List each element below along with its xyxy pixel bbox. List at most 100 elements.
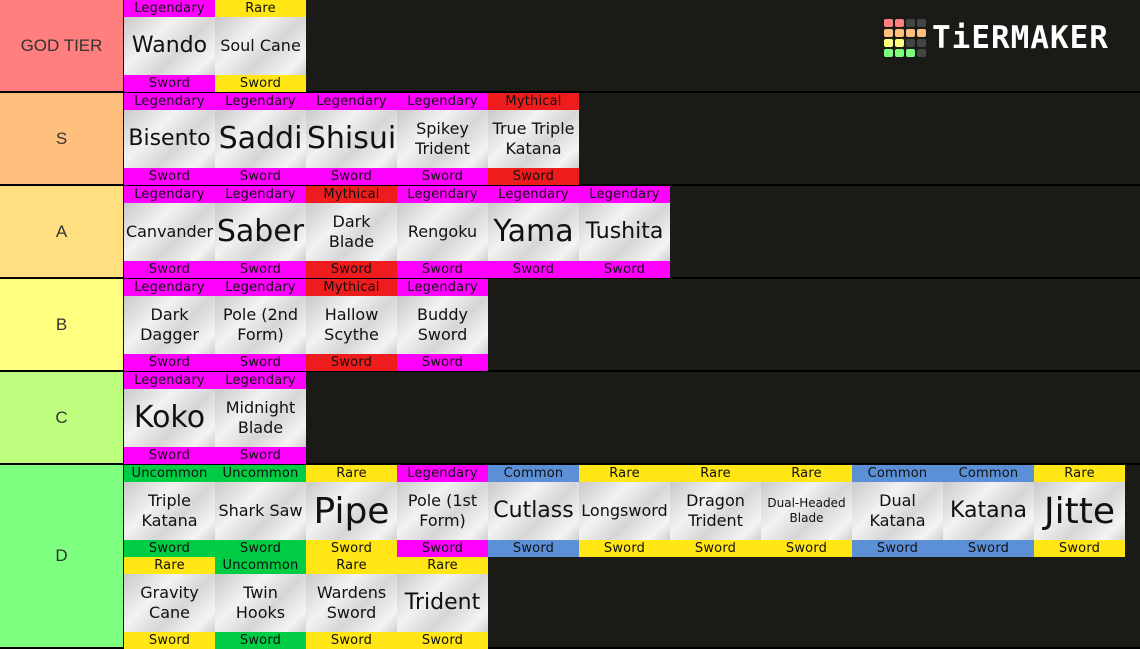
item-name: Tushita [579, 203, 670, 261]
tier-label[interactable]: GOD TIER [0, 0, 124, 91]
tier-row-c: C Legendary Koko Sword Legendary Midnight Bla… [0, 372, 1140, 465]
tier-label[interactable]: S [0, 93, 124, 184]
item-type: Sword [124, 261, 215, 278]
item-type: Sword [488, 168, 579, 185]
tier-items: Legendary Dark Dagger Sword Legendary Pole (… [124, 279, 1139, 371]
item-rarity: Rare [670, 465, 761, 482]
item-card[interactable]: Legendary Pole (2nd Form) Sword [215, 279, 306, 371]
item-rarity: Rare [306, 557, 397, 574]
item-card[interactable]: Legendary Tushita Sword [579, 186, 670, 278]
item-rarity: Legendary [124, 0, 215, 17]
item-card[interactable]: Mythical Dark Blade Sword [306, 186, 397, 278]
item-name: Trident [397, 574, 488, 632]
item-card[interactable]: Uncommon Shark Saw Sword [215, 465, 306, 557]
item-rarity: Legendary [397, 279, 488, 296]
item-card[interactable]: Legendary Midnight Blade Sword [215, 372, 306, 464]
item-type: Sword [215, 354, 306, 371]
item-name: Rengoku [397, 203, 488, 261]
item-card[interactable]: Common Dual Katana Sword [852, 465, 943, 557]
item-card[interactable]: Legendary Bisento Sword [124, 93, 215, 185]
item-card[interactable]: Mythical True Triple Katana Sword [488, 93, 579, 185]
item-name: Cutlass [488, 482, 579, 540]
item-card[interactable]: Common Katana Sword [943, 465, 1034, 557]
item-name: Dual-Headed Blade [761, 482, 852, 540]
item-type: Sword [124, 168, 215, 185]
item-name: Midnight Blade [215, 389, 306, 447]
item-rarity: Rare [124, 557, 215, 574]
item-name: Longsword [579, 482, 670, 540]
item-type: Sword [306, 354, 397, 371]
tier-label[interactable]: B [0, 279, 124, 370]
item-type: Sword [124, 447, 215, 464]
item-name: Shark Saw [215, 482, 306, 540]
item-rarity: Uncommon [215, 465, 306, 482]
item-name: Jitte [1034, 482, 1125, 540]
tier-items: Legendary Koko Sword Legendary Midnight Blad… [124, 372, 1139, 464]
item-card[interactable]: Legendary Spikey Trident Sword [397, 93, 488, 185]
item-type: Sword [306, 168, 397, 185]
item-card[interactable]: Uncommon Triple Katana Sword [124, 465, 215, 557]
item-rarity: Rare [579, 465, 670, 482]
item-rarity: Uncommon [124, 465, 215, 482]
item-name: Saber [215, 203, 306, 261]
item-card[interactable]: Legendary Saber Sword [215, 186, 306, 278]
item-name: True Triple Katana [488, 110, 579, 168]
item-card[interactable]: Rare Pipe Sword [306, 465, 397, 557]
tier-items: Uncommon Triple Katana Sword Uncommon Shark … [124, 465, 1139, 649]
item-card[interactable]: Legendary Koko Sword [124, 372, 215, 464]
tier-label[interactable]: C [0, 372, 124, 463]
item-type: Sword [397, 632, 488, 649]
item-card[interactable]: Legendary Shisui Sword [306, 93, 397, 185]
item-card[interactable]: Rare Wardens Sword Sword [306, 557, 397, 649]
item-card[interactable]: Legendary Pole (1st Form) Sword [397, 465, 488, 557]
item-card[interactable]: Rare Soul Cane Sword [215, 0, 306, 92]
item-rarity: Mythical [488, 93, 579, 110]
item-name: Dual Katana [852, 482, 943, 540]
item-type: Sword [215, 75, 306, 92]
tier-row-a: A Legendary Canvander Sword Legendary Saber Sw… [0, 186, 1140, 279]
item-card[interactable]: Legendary Saddi Sword [215, 93, 306, 185]
item-card[interactable]: Rare Gravity Cane Sword [124, 557, 215, 649]
item-type: Sword [306, 632, 397, 649]
item-name: Pole (1st Form) [397, 482, 488, 540]
item-type: Sword [215, 540, 306, 557]
item-card[interactable]: Rare Jitte Sword [1034, 465, 1125, 557]
item-type: Sword [215, 447, 306, 464]
item-type: Sword [124, 354, 215, 371]
item-card[interactable]: Legendary Yama Sword [488, 186, 579, 278]
item-type: Sword [1034, 540, 1125, 557]
item-card[interactable]: Rare Longsword Sword [579, 465, 670, 557]
item-type: Sword [215, 168, 306, 185]
item-type: Sword [124, 632, 215, 649]
item-name: Spikey Trident [397, 110, 488, 168]
item-card[interactable]: Uncommon Twin Hooks Sword [215, 557, 306, 649]
item-name: Wando [124, 17, 215, 75]
item-card[interactable]: Mythical Hallow Scythe Sword [306, 279, 397, 371]
item-card[interactable]: Rare Dual-Headed Blade Sword [761, 465, 852, 557]
item-type: Sword [579, 261, 670, 278]
item-card[interactable]: Rare Dragon Trident Sword [670, 465, 761, 557]
item-card[interactable]: Legendary Dark Dagger Sword [124, 279, 215, 371]
item-card[interactable]: Legendary Canvander Sword [124, 186, 215, 278]
item-rarity: Legendary [124, 93, 215, 110]
item-rarity: Common [488, 465, 579, 482]
item-card[interactable]: Legendary Wando Sword [124, 0, 215, 92]
item-type: Sword [306, 261, 397, 278]
item-card[interactable]: Legendary Buddy Sword Sword [397, 279, 488, 371]
tier-row-god-tier: GOD TIER Legendary Wando Sword Rare Soul Cane… [0, 0, 1140, 93]
tier-label[interactable]: D [0, 465, 124, 647]
item-rarity: Legendary [124, 186, 215, 203]
item-type: Sword [215, 632, 306, 649]
item-card[interactable]: Common Cutlass Sword [488, 465, 579, 557]
item-type: Sword [397, 540, 488, 557]
tier-items: Legendary Canvander Sword Legendary Saber Swo… [124, 186, 1139, 278]
tier-row-d: D Uncommon Triple Katana Sword Uncommon Shark… [0, 465, 1140, 649]
item-rarity: Rare [397, 557, 488, 574]
item-type: Sword [761, 540, 852, 557]
tier-label[interactable]: A [0, 186, 124, 277]
item-card[interactable]: Rare Trident Sword [397, 557, 488, 649]
item-card[interactable]: Legendary Rengoku Sword [397, 186, 488, 278]
tier-items: Legendary Bisento Sword Legendary Saddi Sword… [124, 93, 1139, 185]
item-rarity: Mythical [306, 186, 397, 203]
item-rarity: Rare [1034, 465, 1125, 482]
